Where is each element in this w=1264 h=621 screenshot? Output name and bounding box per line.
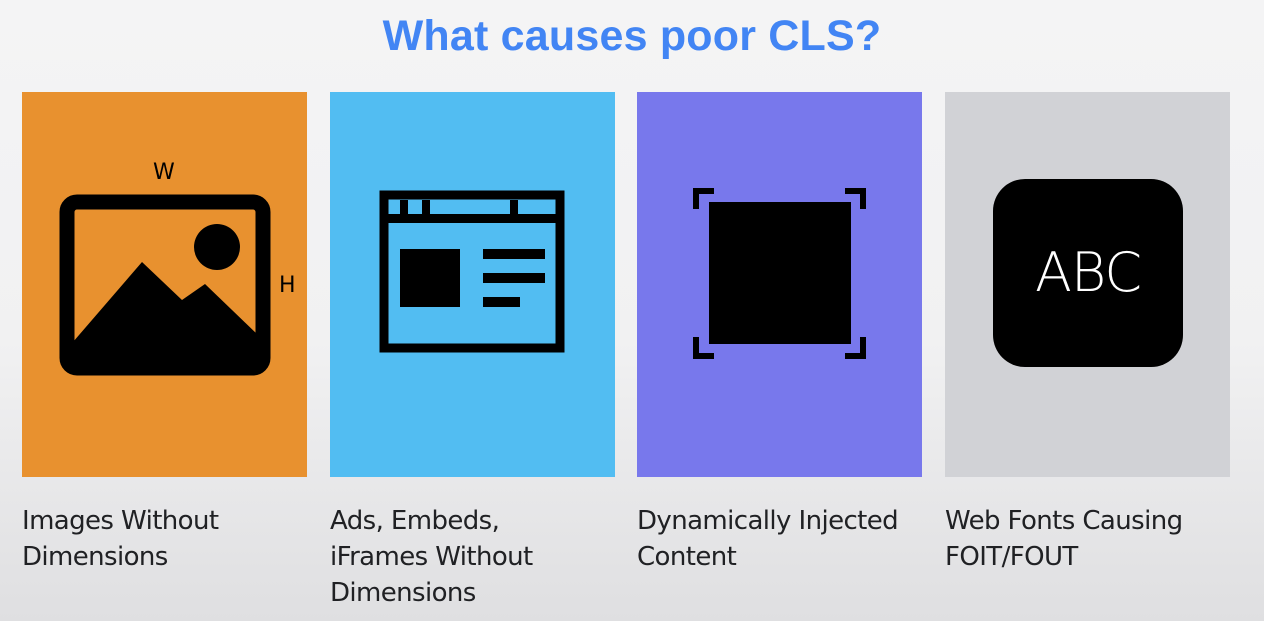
abc-glyph-text: ABC — [1034, 240, 1142, 304]
label-line: Content — [637, 542, 737, 572]
label-line: iFrames Without — [330, 542, 533, 572]
card-label-injected: Dynamically Injected Content — [637, 503, 922, 575]
label-line: Web Fonts Causing — [945, 506, 1183, 536]
label-line: FOIT/FOUT — [945, 542, 1078, 572]
card-label-fonts: Web Fonts Causing FOIT/FOUT — [945, 503, 1230, 575]
width-letter: W — [153, 160, 175, 185]
label-line: Dimensions — [330, 578, 476, 608]
label-line: Dimensions — [22, 542, 168, 572]
slide-title: What causes poor CLS? — [382, 12, 882, 60]
card-ads-embeds-iframes — [330, 92, 615, 477]
height-letter: H — [279, 273, 296, 298]
browser-window-icon — [330, 92, 615, 477]
image-dimensions-icon — [22, 92, 307, 477]
card-label-ads: Ads, Embeds, iFrames Without Dimensions — [330, 503, 615, 611]
card-images-without-dimensions: W H — [22, 92, 307, 477]
label-line: Images Without — [22, 506, 219, 536]
card-label-images: Images Without Dimensions — [22, 503, 307, 575]
card-web-fonts: ABC — [945, 92, 1230, 477]
card-dynamically-injected — [637, 92, 922, 477]
label-line: Dynamically Injected — [637, 506, 899, 536]
injected-content-icon — [637, 92, 922, 477]
label-line: Ads, Embeds, — [330, 506, 500, 536]
